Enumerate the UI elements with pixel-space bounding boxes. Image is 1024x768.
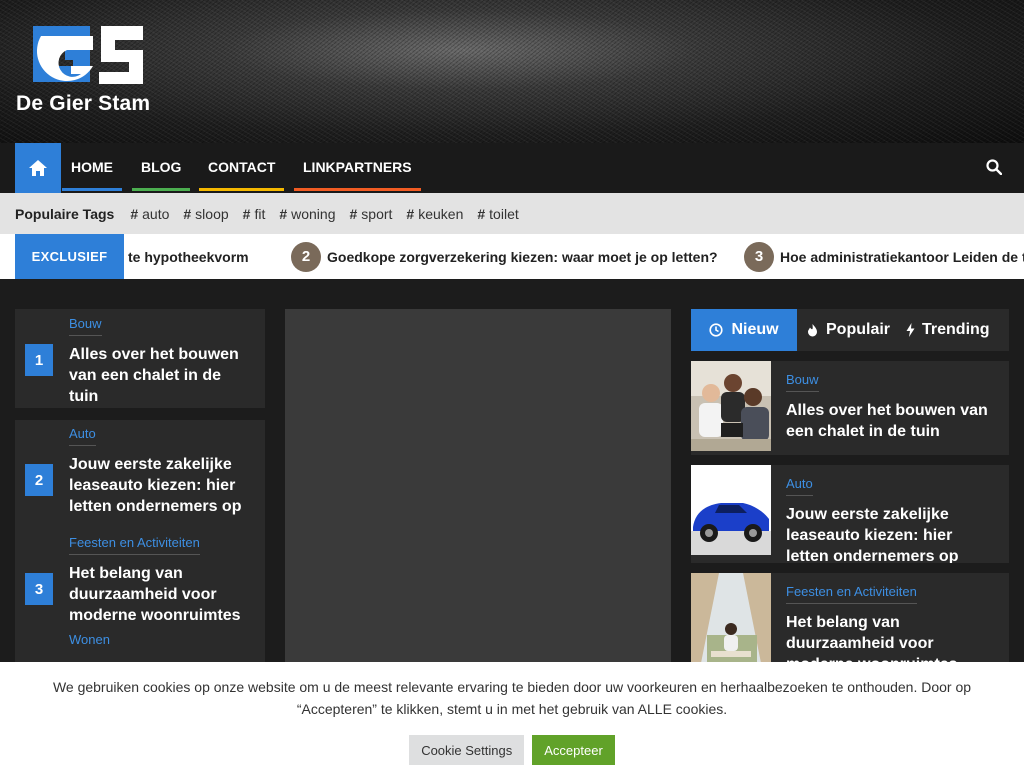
tab-bar: Nieuw Populair Trending bbox=[691, 309, 1009, 351]
post-category[interactable]: Auto bbox=[786, 476, 813, 496]
post-thumbnail-image[interactable] bbox=[691, 361, 771, 451]
hash-icon: # bbox=[349, 205, 358, 222]
post-title[interactable]: Jouw eerste zakelijke leaseauto kiezen: … bbox=[69, 454, 254, 517]
tag-link[interactable]: # sport bbox=[350, 206, 393, 222]
site-header: De Gier Stam bbox=[0, 0, 1024, 143]
rank-badge: 3 bbox=[25, 573, 53, 605]
nav-item-linkpartners[interactable]: LINKPARTNERS bbox=[294, 143, 421, 193]
hash-icon: # bbox=[242, 205, 251, 222]
accept-cookies-button[interactable]: Accepteer bbox=[532, 735, 615, 765]
thumbnail-car-image bbox=[691, 465, 771, 555]
home-button[interactable] bbox=[15, 143, 61, 193]
cookie-settings-button[interactable]: Cookie Settings bbox=[409, 735, 525, 765]
cookie-consent-text: We gebruiken cookies op onze website om … bbox=[52, 679, 972, 717]
ticker-number-badge: 2 bbox=[291, 241, 321, 272]
hash-icon: # bbox=[406, 205, 415, 222]
ticker-item[interactable]: te hypotheekvorm bbox=[128, 234, 249, 279]
post-category[interactable]: Feesten en Activiteiten bbox=[786, 584, 917, 604]
nav-item-contact[interactable]: CONTACT bbox=[199, 143, 285, 193]
flame-icon bbox=[808, 324, 817, 337]
nav-item-label: CONTACT bbox=[208, 159, 276, 175]
clock-icon bbox=[709, 323, 724, 337]
main-navigation: HOME BLOG CONTACT LINKPARTNERS bbox=[0, 143, 1024, 193]
home-icon bbox=[29, 160, 47, 176]
tag-link[interactable]: # sloop bbox=[183, 206, 228, 222]
right-tabbed-widget: Nieuw Populair Trending Bouw Alles over … bbox=[691, 309, 1009, 673]
post-thumbnail-image[interactable] bbox=[691, 465, 771, 555]
nav-underline bbox=[132, 188, 191, 191]
tag-link[interactable]: # toilet bbox=[477, 206, 518, 222]
nav-item-home[interactable]: HOME bbox=[62, 143, 122, 193]
post-category[interactable]: Auto bbox=[69, 426, 96, 446]
post-title[interactable]: Het belang van duurzaamheid voor moderne… bbox=[69, 563, 254, 626]
list-item[interactable]: 1 Bouw Alles over het bouwen van een cha… bbox=[15, 309, 265, 408]
hash-icon: # bbox=[279, 205, 288, 222]
site-logo-text[interactable]: De Gier Stam bbox=[16, 92, 150, 116]
search-icon[interactable] bbox=[986, 159, 1002, 175]
cookie-consent-bar: We gebruiken cookies op onze website om … bbox=[0, 662, 1024, 768]
thumbnail-people-image bbox=[691, 361, 771, 451]
ticker-label: EXCLUSIEF bbox=[15, 234, 124, 279]
post-thumbnail-image[interactable] bbox=[691, 573, 771, 663]
post-category[interactable]: Bouw bbox=[69, 316, 102, 336]
post-title[interactable]: Jouw eerste zakelijke leaseauto kiezen: … bbox=[786, 504, 996, 563]
list-item[interactable]: Bouw Alles over het bouwen van een chale… bbox=[691, 361, 1009, 455]
list-item[interactable]: Auto Jouw eerste zakelijke leaseauto kie… bbox=[691, 465, 1009, 563]
nav-underline bbox=[294, 188, 421, 191]
post-category[interactable]: Feesten en Activiteiten bbox=[69, 535, 200, 555]
rank-badge: 1 bbox=[25, 344, 53, 376]
featured-slider[interactable] bbox=[285, 309, 671, 669]
nav-underline bbox=[199, 188, 285, 191]
nav-underline bbox=[62, 188, 122, 191]
tab-nieuw[interactable]: Nieuw bbox=[691, 309, 797, 351]
tag-link[interactable]: # fit bbox=[243, 206, 266, 222]
ticker-number-badge: 3 bbox=[744, 241, 774, 272]
tab-populair[interactable]: Populair bbox=[807, 309, 890, 351]
hash-icon: # bbox=[183, 205, 192, 222]
nav-item-blog[interactable]: BLOG bbox=[132, 143, 191, 193]
nav-item-label: LINKPARTNERS bbox=[303, 159, 412, 175]
post-title[interactable]: Alles over het bouwen van een chalet in … bbox=[69, 344, 254, 407]
post-category[interactable]: Bouw bbox=[786, 372, 819, 392]
list-item[interactable]: 2 Auto Jouw eerste zakelijke leaseauto k… bbox=[15, 420, 265, 665]
tab-trending[interactable]: Trending bbox=[906, 309, 990, 351]
popular-tags-title: Populaire Tags bbox=[15, 205, 115, 222]
left-post-list: 1 Bouw Alles over het bouwen van een cha… bbox=[15, 309, 265, 677]
post-category[interactable]: Wonen bbox=[69, 632, 110, 651]
tag-link[interactable]: # woning bbox=[279, 206, 335, 222]
thumbnail-tent-image bbox=[691, 573, 771, 663]
ticker-item[interactable]: 2 Goedkope zorgverzekering kiezen: waar … bbox=[291, 234, 718, 279]
tag-link[interactable]: # keuken bbox=[406, 206, 463, 222]
nav-item-label: HOME bbox=[71, 159, 113, 175]
nav-item-label: BLOG bbox=[141, 159, 182, 175]
post-title[interactable]: Alles over het bouwen van een chalet in … bbox=[786, 400, 996, 442]
ticker-item[interactable]: 3 Hoe administratiekantoor Leiden de t bbox=[744, 234, 1024, 279]
exclusive-ticker: te hypotheekvorm 2 Goedkope zorgverzeker… bbox=[0, 234, 1024, 279]
list-item[interactable]: Feesten en Activiteiten Het belang van d… bbox=[691, 573, 1009, 673]
bolt-icon bbox=[906, 323, 915, 337]
popular-tags-bar: Populaire Tags # auto # sloop # fit # woning… bbox=[0, 193, 1024, 234]
tag-link[interactable]: # auto bbox=[130, 206, 169, 222]
hash-icon: # bbox=[477, 205, 486, 222]
rank-badge: 2 bbox=[25, 464, 53, 496]
hash-icon: # bbox=[130, 205, 139, 222]
